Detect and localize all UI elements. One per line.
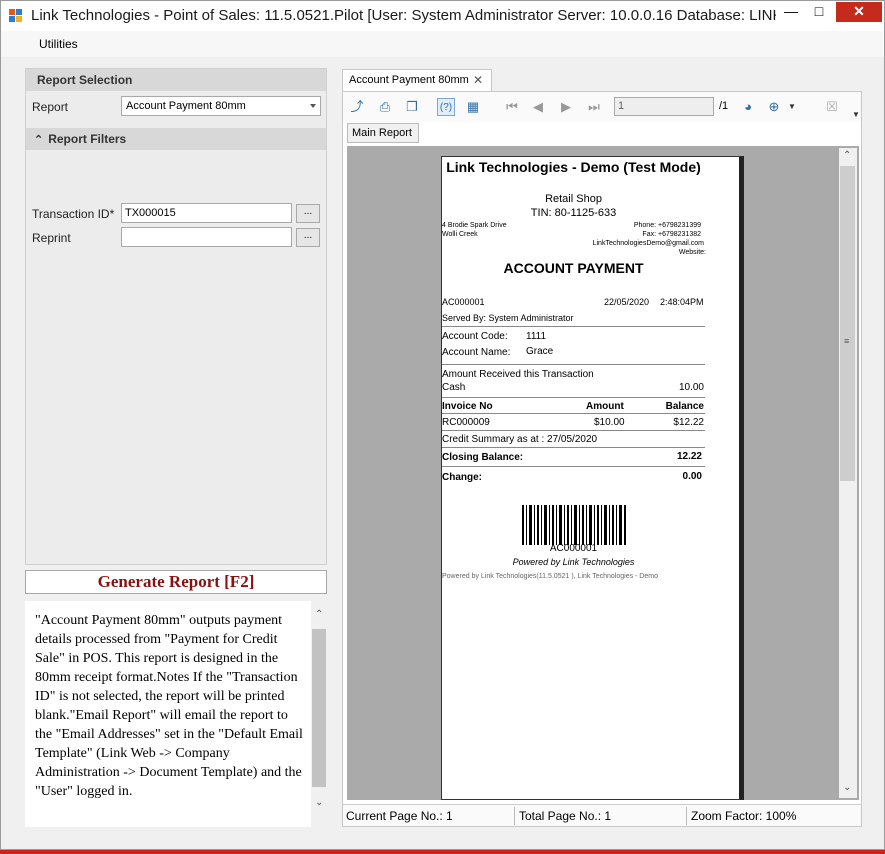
scroll-down-icon[interactable]: ⌄ xyxy=(843,782,851,793)
generate-report-button[interactable]: Generate Report [F2] xyxy=(25,570,327,594)
window-title: Link Technologies - Point of Sales: 11.5… xyxy=(31,7,776,24)
chevron-down-icon[interactable] xyxy=(310,104,316,108)
receipt-divider xyxy=(442,364,705,365)
receipt-email: LinkTechnologiesDemo@gmail.com xyxy=(592,240,704,247)
receipt-page: Link Technologies - Demo (Test Mode) Ret… xyxy=(441,156,744,800)
balance-cell: $12.22 xyxy=(673,417,704,428)
receipt-doc-number: AC000001 xyxy=(442,297,485,307)
receipt-heading: ACCOUNT PAYMENT xyxy=(503,260,644,276)
account-name-label: Account Name: xyxy=(442,347,511,358)
print-icon[interactable]: ⎙ xyxy=(376,98,394,116)
receipt-divider xyxy=(442,447,705,448)
transaction-id-input[interactable]: TX000015 xyxy=(121,203,292,223)
page-total-label: /1 xyxy=(719,100,729,112)
scroll-down-icon[interactable]: ⌄ xyxy=(315,797,323,808)
report-filters-header[interactable]: ⌃ Report Filters xyxy=(26,128,326,150)
report-description: "Account Payment 80mm" outputs payment d… xyxy=(25,601,311,827)
app-logo-icon xyxy=(9,9,23,23)
receipt-fax: Fax: +6798231382 xyxy=(642,231,701,238)
report-selection-header: Report Selection xyxy=(26,69,326,91)
minimize-icon[interactable]: — xyxy=(776,2,806,22)
group-tree-icon[interactable]: ▦ xyxy=(464,98,482,116)
change-value: 0.00 xyxy=(682,471,702,482)
reprint-browse-button[interactable]: ... xyxy=(296,228,320,247)
toolbar-overflow-icon[interactable]: ▼ xyxy=(847,106,865,124)
help-icon[interactable]: (?) xyxy=(437,98,455,116)
barcode-text: AC000001 xyxy=(549,543,598,554)
viewer-toolbar: ⤴ ⎙ ❐ (?) ▦ ⏮ ◀ ▶ ⏭ 1 /1 ◕ ⊕ ▼ ☒ ▼ xyxy=(343,92,861,122)
receipt-divider xyxy=(442,326,705,327)
tab-account-payment[interactable]: Account Payment 80mm ✕ xyxy=(342,69,492,91)
find-binoculars-icon[interactable]: ◕ xyxy=(739,98,757,116)
menu-bar: Utilities xyxy=(1,31,884,57)
transaction-id-label: Transaction ID* xyxy=(32,207,115,221)
scroll-grip-icon: ≡ xyxy=(844,336,850,346)
account-code-value: 1111 xyxy=(526,331,547,342)
reprint-input[interactable] xyxy=(121,227,292,247)
receipt-footer: Powered by Link Technologies(11.5.0521 )… xyxy=(442,573,658,580)
menu-utilities[interactable]: Utilities xyxy=(39,37,78,51)
report-filters-title: Report Filters xyxy=(48,132,127,146)
zoom-chevron-down-icon[interactable]: ▼ xyxy=(783,98,801,116)
receipt-divider xyxy=(442,430,705,431)
zoom-icon[interactable]: ⊕ xyxy=(765,98,783,116)
receipt-served-by: Served By: System Administrator xyxy=(442,313,574,323)
previous-page-icon[interactable]: ◀ xyxy=(529,98,547,116)
report-options-panel: Report Selection Report Account Payment … xyxy=(25,68,327,565)
current-page-status: Current Page No.: 1 xyxy=(346,809,453,823)
first-page-icon[interactable]: ⏮ xyxy=(503,98,521,116)
viewer-status-bar: Current Page No.: 1 Total Page No.: 1 Zo… xyxy=(343,804,861,826)
next-page-icon[interactable]: ▶ xyxy=(557,98,575,116)
close-icon[interactable]: ✕ xyxy=(836,2,882,22)
amount-received-label: Amount Received this Transaction xyxy=(442,369,594,380)
report-label: Report xyxy=(32,100,69,114)
receipt-date: 22/05/2020 xyxy=(604,297,650,307)
report-scroll-thumb[interactable]: ≡ xyxy=(840,166,855,481)
receipt-time: 2:48:04PM xyxy=(660,297,704,307)
receipt-tin: TIN: 80-1125-633 xyxy=(530,207,617,219)
description-scroll-thumb[interactable] xyxy=(312,629,326,787)
receipt-divider xyxy=(442,466,705,467)
receipt-divider xyxy=(442,397,705,398)
receipt-website: Website: xyxy=(678,249,706,256)
app-window: Link Technologies - Point of Sales: 11.5… xyxy=(0,0,885,850)
total-page-status: Total Page No.: 1 xyxy=(519,809,612,823)
last-page-icon[interactable]: ⏭ xyxy=(585,98,603,116)
maximize-icon[interactable]: □ xyxy=(804,2,834,22)
reprint-label: Reprint xyxy=(32,231,71,245)
receipt-powered-by: Powered by Link Technologies xyxy=(512,557,635,567)
credit-summary: Credit Summary as at : 27/05/2020 xyxy=(442,434,598,445)
account-name-value: Grace xyxy=(526,346,554,357)
receipt-phone: Phone: +6798231399 xyxy=(633,222,701,229)
transaction-browse-button[interactable]: ... xyxy=(296,204,320,223)
cash-value: 10.00 xyxy=(678,382,704,393)
receipt-barcode xyxy=(522,505,626,545)
balance-column-header: Balance xyxy=(665,401,704,412)
report-dropdown[interactable]: Account Payment 80mm xyxy=(121,96,321,116)
scroll-up-icon[interactable]: ⌃ xyxy=(843,150,851,161)
status-divider xyxy=(686,807,687,825)
export-icon[interactable]: ⤴ xyxy=(348,98,366,116)
closing-balance-value: 12.22 xyxy=(676,451,702,462)
status-divider xyxy=(514,807,515,825)
tab-main-report[interactable]: Main Report xyxy=(347,123,419,143)
scroll-up-icon[interactable]: ⌃ xyxy=(315,609,323,620)
report-scrollbar[interactable]: ⌃ ≡ ⌄ xyxy=(839,148,857,798)
title-bar[interactable]: Link Technologies - Point of Sales: 11.5… xyxy=(1,1,884,31)
description-scrollbar[interactable]: ⌃ ⌄ xyxy=(311,601,327,827)
report-dropdown-value: Account Payment 80mm xyxy=(126,100,246,112)
collapse-chevron-icon[interactable]: ⌃ xyxy=(34,134,43,146)
account-code-label: Account Code: xyxy=(442,331,508,342)
tab-close-icon[interactable]: ✕ xyxy=(473,73,483,87)
copy-icon[interactable]: ❐ xyxy=(403,98,421,116)
receipt-shop: Retail Shop xyxy=(545,193,602,205)
tab-label: Account Payment 80mm xyxy=(349,74,469,86)
zoom-factor-status: Zoom Factor: 100% xyxy=(691,809,797,823)
receipt-company: Link Technologies - Demo (Test Mode) xyxy=(446,159,701,175)
receipt-divider xyxy=(442,413,705,414)
close-report-icon[interactable]: ☒ xyxy=(823,98,841,116)
report-viewer: ⤴ ⎙ ❐ (?) ▦ ⏮ ◀ ▶ ⏭ 1 /1 ◕ ⊕ ▼ ☒ ▼ Main … xyxy=(342,91,862,827)
page-number-input[interactable]: 1 xyxy=(614,97,714,116)
report-canvas: Link Technologies - Demo (Test Mode) Ret… xyxy=(347,146,859,800)
